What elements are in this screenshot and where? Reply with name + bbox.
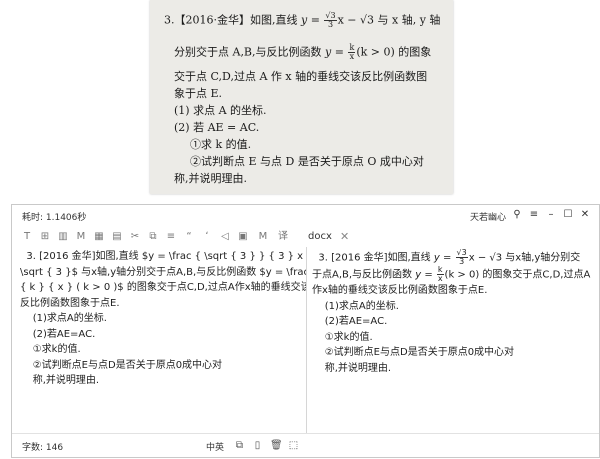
- columns-icon[interactable]: ▥: [56, 230, 70, 244]
- menu-icon[interactable]: ≡: [528, 209, 540, 221]
- markdown-icon[interactable]: M: [256, 230, 270, 244]
- comma-icon[interactable]: ʻ: [200, 230, 214, 244]
- photo-line-2: 分别交于点 A,B,与反比例函数 y = k x (k > 0) 的图象: [174, 43, 432, 61]
- screenshot-icon[interactable]: ⧉: [146, 230, 160, 244]
- photo-line-9: 称,并说明理由.: [174, 172, 247, 185]
- translate-icon[interactable]: 译: [276, 230, 290, 244]
- align-icon[interactable]: ≡: [164, 230, 178, 244]
- app-brand: 天若幽心: [470, 213, 507, 223]
- photo-line-8: ②试判断点 E 与点 D 是否关于原点 O 成中心对: [190, 155, 424, 168]
- latex-line: 称,并说明理由.: [20, 375, 100, 386]
- grid-icon[interactable]: ▦: [92, 230, 106, 244]
- latex-line: 3. [2016 金华]如图,直线 $y = \frac { \sqrt { 3…: [20, 251, 307, 262]
- latex-line: ②试判断点E与点D是否关于原点0成中心对: [20, 359, 223, 371]
- close-icon[interactable]: ✕: [579, 209, 591, 221]
- speaker-icon[interactable]: ◁: [218, 230, 232, 244]
- photo-line-5: (1) 求点 A 的坐标.: [174, 104, 267, 117]
- latex-line: 反比例函数图象于点E.: [20, 297, 120, 309]
- preview-line: (2)若AE=AC.: [312, 316, 388, 327]
- preview-line: ②试判断点E与点D是否关于原点0成中心对: [312, 347, 515, 358]
- merge-icon[interactable]: M: [74, 230, 88, 244]
- photo-line-6: (2) 若 AE = AC.: [174, 121, 260, 134]
- paste-icon[interactable]: ▯: [252, 440, 263, 451]
- preview-line: (1)求点A的坐标.: [312, 300, 399, 312]
- font-icon[interactable]: T: [20, 230, 34, 244]
- latex-line: ①求k的值.: [20, 344, 81, 355]
- maximize-icon[interactable]: ☐: [562, 209, 574, 221]
- word-count: 字数: 146: [22, 443, 64, 453]
- latex-line: { k } { x } ( k > 0 )$ 的图象交于点C,D,过点A作x轴的…: [20, 282, 307, 293]
- language-toggle[interactable]: 中英: [206, 440, 224, 453]
- photo-line-7: ①求 k 的值.: [190, 138, 252, 151]
- title-bar: 耗时: 1.1406秒 天若幽心 ⚲ ≡ – ☐ ✕: [12, 205, 599, 227]
- preview-line-1: 3. [2016 金华]如图,直线 y = √3 3 x − √3 与x轴,y轴分别…: [312, 249, 581, 266]
- status-bar: 字数: 146 中英 ⧉ ▯ 🗑 ⬚: [12, 433, 599, 458]
- preview-line: 称,并说明理由.: [312, 362, 392, 374]
- rendered-preview-pane: 3. [2016 金华]如图,直线 y = √3 3 x − √3 与x轴,y轴分别…: [312, 249, 594, 431]
- elapsed-time: 耗时: 1.1406秒: [22, 213, 87, 223]
- delete-icon[interactable]: 🗑: [270, 440, 283, 451]
- table-icon[interactable]: ⊞: [38, 230, 52, 244]
- pin-icon[interactable]: ⚲: [511, 209, 523, 221]
- cut-icon[interactable]: ✂: [128, 230, 142, 244]
- minimize-icon[interactable]: –: [545, 209, 557, 221]
- ocr-window: 耗时: 1.1406秒 天若幽心 ⚲ ≡ – ☐ ✕ T ⊞ ▥ M ▦ ▤ ✂…: [11, 204, 600, 458]
- image-icon[interactable]: ▣: [236, 230, 250, 244]
- preview-line: 作x轴的垂线交该反比例函数图象于点E.: [312, 285, 488, 296]
- photo-line-1: 3.【2016·金华】如图,直线 y = √3 3 x − √3 与 x 轴, y …: [164, 11, 441, 29]
- pane-divider[interactable]: [306, 247, 307, 433]
- tab-docx[interactable]: docx: [308, 231, 332, 242]
- latex-line: \sqrt { 3 }$ 与x轴,y轴分别交于点A,B,与反比例函数 $y = …: [20, 266, 307, 278]
- copy-icon[interactable]: ⧉: [234, 440, 245, 451]
- quote-icon[interactable]: “: [182, 230, 196, 244]
- tab-close-icon[interactable]: ✕: [340, 230, 349, 243]
- latex-line: (1)求点A的坐标.: [20, 313, 107, 324]
- source-photo: 3.【2016·金华】如图,直线 y = √3 3 x − √3 与 x 轴, y …: [150, 0, 453, 194]
- latex-text-pane[interactable]: 3. [2016 金华]如图,直线 $y = \frac { \sqrt { 3…: [20, 249, 307, 431]
- preview-line: ①求k的值.: [312, 331, 373, 343]
- toolbar: T ⊞ ▥ M ▦ ▤ ✂ ⧉ ≡ “ ʻ ◁ ▣ M 译: [12, 228, 599, 246]
- photo-line-4: 象于点 E.: [174, 87, 223, 100]
- split-icon[interactable]: ▤: [110, 230, 124, 244]
- photo-line-3: 交于点 C,D,过点 A 作 x 轴的垂线交该反比例函数图: [174, 70, 428, 83]
- latex-line: (2)若AE=AC.: [20, 328, 96, 340]
- preview-line-2: 于点A,B,与反比例函数 y = k x (k > 0) 的图象交于点C,D,过点A: [312, 265, 591, 283]
- save-icon[interactable]: ⬚: [288, 440, 299, 451]
